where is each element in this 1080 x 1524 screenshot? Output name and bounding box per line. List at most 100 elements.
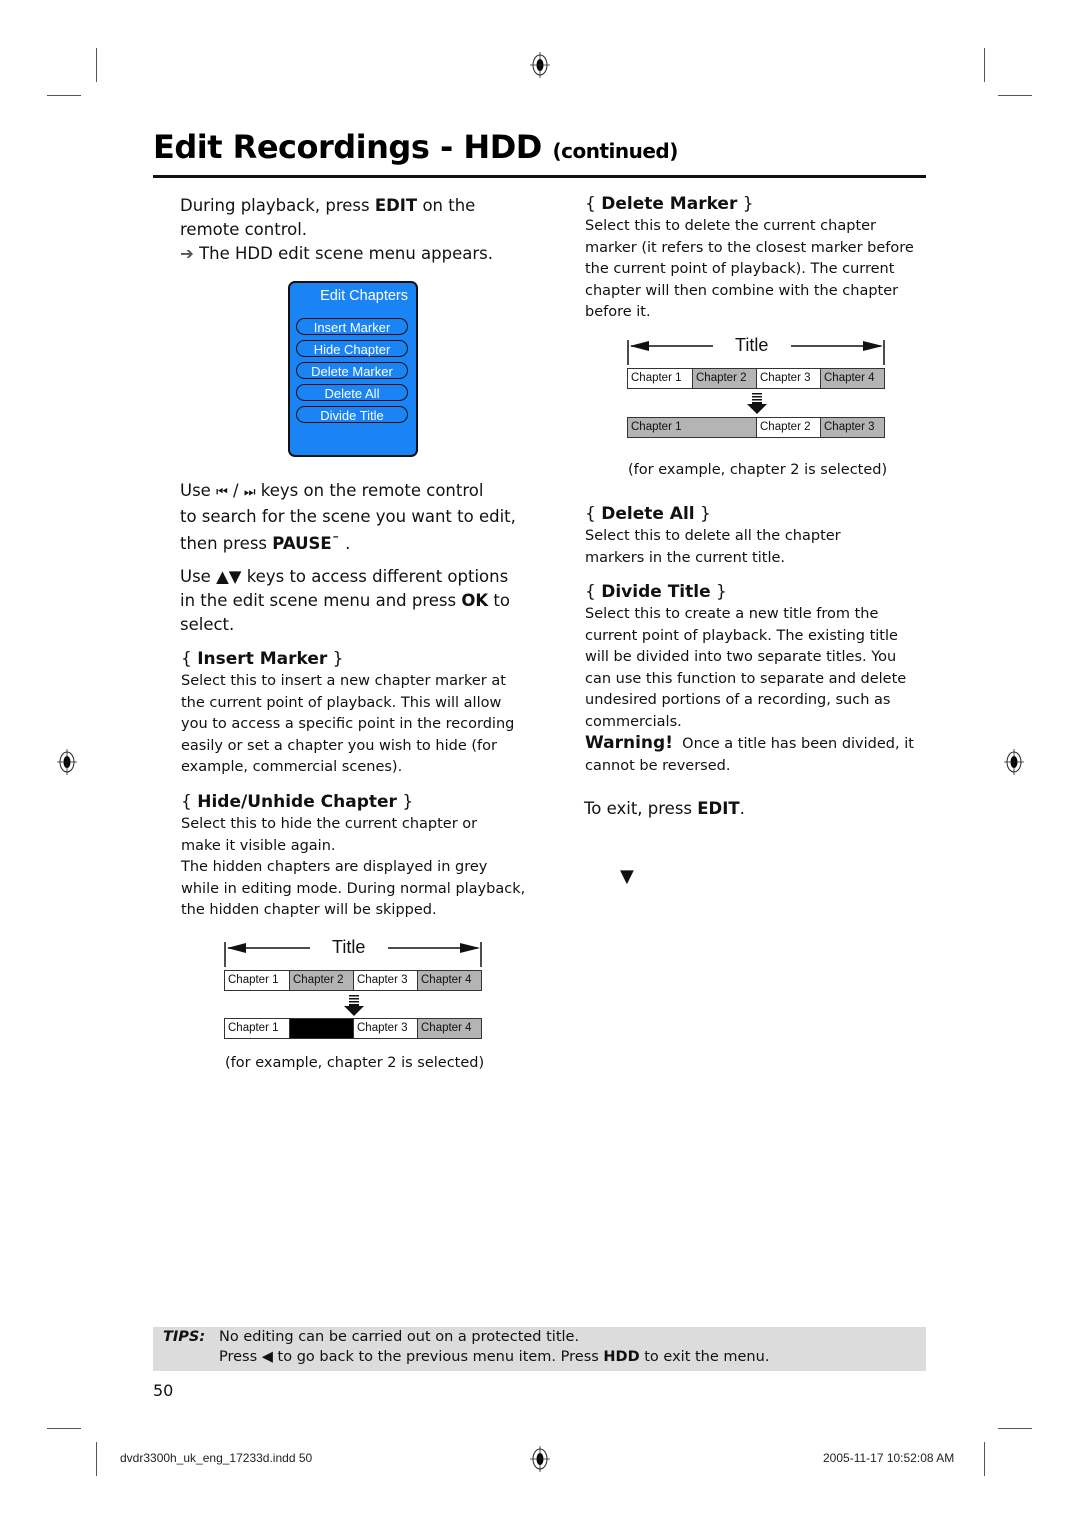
section-text-line: Select this to delete all the chapter [585,528,841,544]
step-text: select. [180,615,235,634]
menu-item-hide-chapter[interactable]: Hide Chapter [296,340,408,357]
section-text-line: example, commercial scenes). [181,759,403,775]
tips-text: to go back to the previous menu item. Pr… [272,1349,604,1365]
intro-step: During playback, press EDIT on the remot… [180,194,530,266]
chapter-segment: Chapter 1 [225,1019,290,1038]
chapter-segment: Chapter 2 [757,418,821,437]
section-text-line: easily or set a chapter you wish to hide… [181,737,497,754]
section-insert-marker: { Insert Marker } Select this to insert … [181,648,541,779]
step-text: to search for the scene you want to edit… [180,507,516,526]
section-text-line: undesired portions of a recording, such … [585,692,891,708]
menu-item-divide-title[interactable]: Divide Title [296,406,408,423]
registration-mark-icon [530,52,550,78]
section-heading-text: Hide/Unhide Chapter [197,792,397,812]
section-text-line: The hidden chapters are displayed in gre… [181,859,488,875]
section-text-line: before it. [585,304,651,320]
section-heading: { Delete All } [585,504,711,524]
section-heading-text: Divide Title [601,582,711,602]
chapter-segment: Chapter 1 [628,369,693,388]
down-arrow-icon [344,995,364,1016]
section-delete-all: { Delete All } Select this to delete all… [585,503,935,569]
edit-chapters-menu: Edit Chapters Insert Marker Hide Chapter… [288,281,418,457]
section-delete-marker: { Delete Marker } Select this to delete … [585,193,935,324]
registration-mark-icon [530,1446,550,1472]
footer-timestamp: 2005-11-17 10:52:08 AM [823,1451,955,1465]
page-number: 50 [153,1381,174,1400]
menu-item-delete-all[interactable]: Delete All [296,384,408,401]
section-text-line: commercials. [585,713,682,730]
crop-mark [984,1442,985,1476]
crop-mark [47,95,81,96]
registration-mark-icon [1004,749,1024,775]
section-text-line: Select this to create a new title from t… [585,606,879,622]
search-step: Use ⏮ / ⏭ keys on the remote control to … [180,479,540,556]
left-arrow-icon: ◀ [261,1349,273,1365]
section-hide-chapter: { Hide/Unhide Chapter } Select this to h… [181,791,541,922]
exit-text: . [739,799,745,818]
diagram-caption: (for example, chapter 2 is selected) [225,1055,485,1071]
step-text: / [227,481,244,500]
intro-result-text: The HDD edit scene menu appears. [199,244,494,263]
diagram-caption: (for example, chapter 2 is selected) [628,462,888,478]
chapter-segment-hidden [290,1019,354,1038]
section-text-line: make it visible again. [181,837,336,854]
tips-text: No editing can be carried out on a prote… [219,1329,580,1345]
crop-mark [96,1442,97,1476]
hide-chapter-diagram: Title Chapter 1 Chapter 2 Chapter 3 Chap… [224,937,494,1067]
section-divide-title: { Divide Title } Select this to create a… [585,581,935,777]
chapter-segment: Chapter 3 [354,1019,418,1038]
navigate-step: Use ▲▼ keys to access different options … [180,565,540,637]
section-text-line: markers in the current title. [585,549,786,566]
next-icon: ⏭ [243,485,256,500]
step-text: Use [180,481,217,500]
intro-text: During playback, press [180,196,375,215]
chapter-segment: Chapter 4 [418,1019,481,1038]
ok-key-label: OK [461,591,489,610]
continue-down-icon: ▼ [620,866,634,887]
section-text-line: marker (it refers to the closest marker … [585,239,914,256]
step-text: keys to access different options [241,567,509,586]
section-text-line: the hidden chapter will be skipped. [181,902,437,918]
page-title-text: Edit Recordings - HDD [153,128,542,166]
section-heading-text: Delete All [601,504,695,524]
section-text-line: Select this to delete the current chapte… [585,218,877,234]
result-arrow-icon: ➔ [180,244,194,263]
exit-text: To exit, press [584,799,698,818]
tips-box: TIPS: No editing can be carried out on a… [153,1327,926,1371]
page-title-suffix: (continued) [552,139,678,163]
section-text-line: can use this function to separate and de… [585,670,907,687]
intro-text: remote control. [180,220,308,239]
section-heading-text: Delete Marker [601,194,738,214]
step-text: then press [180,534,273,553]
warning-label: Warning! [585,733,673,753]
section-text-line: Select this to insert a new chapter mark… [181,673,506,689]
section-text-line: while in editing mode. During normal pla… [181,880,526,897]
menu-item-insert-marker[interactable]: Insert Marker [296,318,408,335]
section-text-line: Select this to hide the current chapter … [181,816,478,832]
chapter-segment: Chapter 1 [225,971,290,990]
chapter-segment: Chapter 1 [628,418,757,437]
exit-instruction: To exit, press EDIT. [584,797,745,821]
tips-text: Press [219,1349,262,1365]
menu-item-delete-marker[interactable]: Delete Marker [296,362,408,379]
edit-key-label: EDIT [374,196,418,215]
section-text-line: current point of playback. The existing … [585,627,898,644]
warning-text: Once a title has been divided, it [672,736,914,752]
section-text-line: chapter will then combine with the chapt… [585,282,899,299]
chapter-bar-before: Chapter 1 Chapter 2 Chapter 3 Chapter 4 [627,368,885,389]
crop-mark [998,1428,1032,1429]
section-heading: { Hide/Unhide Chapter } [181,792,414,812]
section-heading: { Delete Marker } [585,194,754,214]
warning-text: cannot be reversed. [585,757,731,774]
pause-key-label: PAUSE [272,534,332,553]
chapter-segment: Chapter 2 [290,971,354,990]
chapter-bar-after: Chapter 1 Chapter 2 Chapter 3 [627,417,885,438]
step-text: ˉ . [331,534,351,553]
chapter-segment: Chapter 3 [821,418,884,437]
step-text: Use [180,567,217,586]
registration-mark-icon [57,749,77,775]
page-title: Edit Recordings - HDD (continued) [153,128,678,166]
chapter-segment: Chapter 2 [693,369,757,388]
delete-marker-diagram: Title Chapter 1 Chapter 2 Chapter 3 Chap… [627,335,897,465]
edit-key-label: EDIT [697,799,740,818]
